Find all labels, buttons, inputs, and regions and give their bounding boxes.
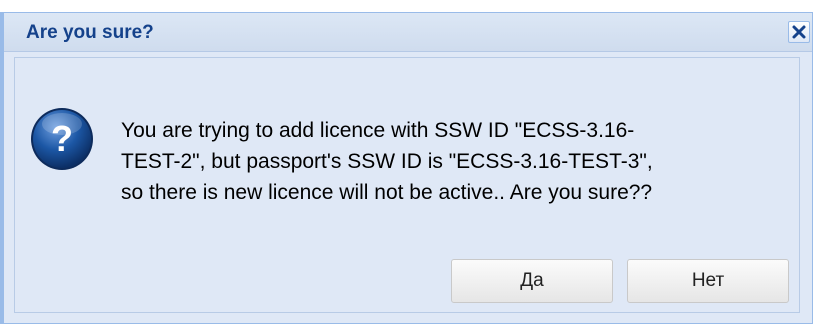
dialog-body: ? You are trying to add licence with SSW… — [14, 57, 800, 313]
svg-text:?: ? — [51, 118, 73, 159]
background-page-fragment — [0, 0, 815, 12]
no-button[interactable]: Нет — [627, 259, 789, 303]
dialog-title: Are you sure? — [26, 22, 154, 43]
close-button[interactable] — [788, 21, 810, 43]
dialog-titlebar[interactable]: Are you sure? — [4, 13, 812, 52]
confirm-dialog: Are you sure? ? You are trying to add li… — [0, 12, 813, 324]
close-icon — [792, 25, 806, 39]
dialog-message: You are trying to add licence with SSW I… — [121, 119, 653, 204]
question-icon: ? — [31, 108, 93, 170]
yes-button[interactable]: Да — [451, 259, 613, 303]
